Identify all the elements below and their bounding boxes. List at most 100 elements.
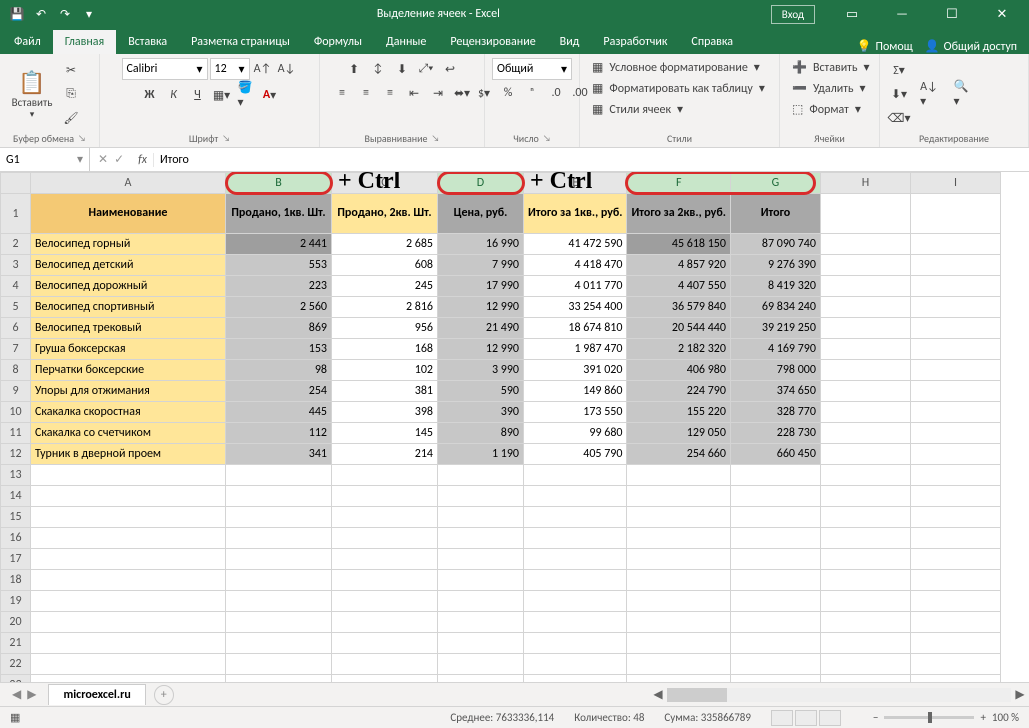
cell[interactable]: 223 [226, 276, 332, 297]
cell[interactable]: 41 472 590 [524, 234, 627, 255]
cell[interactable] [730, 633, 820, 654]
cell[interactable]: 36 579 840 [627, 297, 730, 318]
delete-cells-button[interactable]: ➖ Удалить▾ [788, 79, 870, 98]
cell[interactable] [627, 549, 730, 570]
cell[interactable]: 869 [226, 318, 332, 339]
view-normal-icon[interactable] [771, 710, 793, 726]
cell[interactable] [31, 570, 226, 591]
cell[interactable]: 4 011 770 [524, 276, 627, 297]
cell[interactable]: 224 790 [627, 381, 730, 402]
cell[interactable] [438, 612, 524, 633]
cell[interactable]: 381 [332, 381, 438, 402]
cell[interactable]: 391 020 [524, 360, 627, 381]
cell[interactable] [524, 570, 627, 591]
cell[interactable]: 445 [226, 402, 332, 423]
cell[interactable] [226, 570, 332, 591]
cell[interactable] [332, 465, 438, 486]
cell[interactable]: 7 990 [438, 255, 524, 276]
cell[interactable]: 87 090 740 [730, 234, 820, 255]
fx-icon[interactable]: fx [132, 153, 153, 167]
cell[interactable] [332, 675, 438, 683]
decrease-font-icon[interactable]: A↓ [276, 58, 298, 80]
cell[interactable]: 608 [332, 255, 438, 276]
share-button[interactable]: 👤 Общий доступ [925, 39, 1017, 54]
cell[interactable]: Скакалка скоростная [31, 402, 226, 423]
save-icon[interactable]: 💾 [6, 3, 28, 25]
cell[interactable] [730, 549, 820, 570]
align-right-icon[interactable]: ≡ [379, 82, 401, 104]
row-header[interactable]: 3 [1, 255, 31, 276]
cell[interactable]: 398 [332, 402, 438, 423]
cell[interactable] [438, 486, 524, 507]
add-sheet-button[interactable]: + [154, 685, 174, 705]
cell[interactable]: 8 419 320 [730, 276, 820, 297]
merge-icon[interactable]: ⬌▾ [451, 82, 473, 104]
view-pagelayout-icon[interactable] [795, 710, 817, 726]
cell[interactable]: 328 770 [730, 402, 820, 423]
cell[interactable] [524, 675, 627, 683]
cell[interactable] [438, 465, 524, 486]
cut-icon[interactable]: ✂ [60, 59, 82, 81]
cell[interactable]: Велосипед трековый [31, 318, 226, 339]
tab-вставка[interactable]: Вставка [116, 30, 179, 54]
cell[interactable] [332, 507, 438, 528]
cell[interactable]: 390 [438, 402, 524, 423]
tab-файл[interactable]: Файл [2, 30, 53, 54]
cell[interactable] [820, 570, 910, 591]
cell[interactable]: 21 490 [438, 318, 524, 339]
cell[interactable] [226, 591, 332, 612]
cell[interactable] [31, 528, 226, 549]
minimize-icon[interactable]: — [879, 0, 925, 28]
cell[interactable] [332, 486, 438, 507]
col-header-C[interactable]: C [332, 173, 438, 194]
qat-customize-icon[interactable]: ▾ [78, 3, 100, 25]
row-header[interactable]: 15 [1, 507, 31, 528]
cell[interactable]: 1 987 470 [524, 339, 627, 360]
format-as-table-button[interactable]: ▦ Форматировать как таблицу▾ [588, 79, 769, 98]
format-painter-icon[interactable]: 🖌 [60, 107, 82, 129]
col-header-F[interactable]: F [627, 173, 730, 194]
cell[interactable]: Итого [730, 194, 820, 234]
sheet-tab[interactable]: microexcel.ru [48, 684, 145, 705]
cell[interactable] [524, 549, 627, 570]
cell[interactable] [820, 528, 910, 549]
cell[interactable]: 99 680 [524, 423, 627, 444]
dialog-launcher-icon[interactable]: ↘ [222, 133, 230, 144]
cell[interactable] [910, 675, 1000, 683]
cell[interactable] [31, 654, 226, 675]
enter-icon[interactable]: ✓ [114, 152, 124, 167]
sheet-nav-prev-icon[interactable]: ◀ [12, 687, 21, 702]
cell[interactable] [226, 675, 332, 683]
cell[interactable] [31, 549, 226, 570]
tab-справка[interactable]: Справка [679, 30, 745, 54]
cell[interactable] [820, 675, 910, 683]
bold-button[interactable]: Ж [139, 84, 161, 106]
cell[interactable] [910, 486, 1000, 507]
cell[interactable] [524, 612, 627, 633]
cell[interactable] [31, 675, 226, 683]
cell[interactable]: 4 169 790 [730, 339, 820, 360]
cell[interactable]: 112 [226, 423, 332, 444]
cell[interactable]: 18 674 810 [524, 318, 627, 339]
cell[interactable]: 406 980 [627, 360, 730, 381]
cell[interactable] [226, 549, 332, 570]
cell[interactable] [438, 633, 524, 654]
fill-color-icon[interactable]: 🪣▾ [235, 84, 257, 106]
currency-icon[interactable]: $▾ [473, 82, 495, 104]
col-header-G[interactable]: G [730, 173, 820, 194]
find-select-icon[interactable]: 🔍▾ [946, 71, 976, 117]
cell[interactable] [910, 633, 1000, 654]
cell[interactable] [910, 528, 1000, 549]
tab-главная[interactable]: Главная [53, 30, 116, 54]
increase-font-icon[interactable]: A↑ [252, 58, 274, 80]
tab-вид[interactable]: Вид [548, 30, 592, 54]
cell[interactable] [820, 591, 910, 612]
cell[interactable]: 9 276 390 [730, 255, 820, 276]
cell[interactable] [31, 612, 226, 633]
cell[interactable] [524, 633, 627, 654]
col-header-D[interactable]: D [438, 173, 524, 194]
fill-icon[interactable]: ⬇▾ [888, 83, 910, 105]
cell[interactable]: 168 [332, 339, 438, 360]
cell[interactable] [438, 570, 524, 591]
tab-формулы[interactable]: Формулы [302, 30, 374, 54]
